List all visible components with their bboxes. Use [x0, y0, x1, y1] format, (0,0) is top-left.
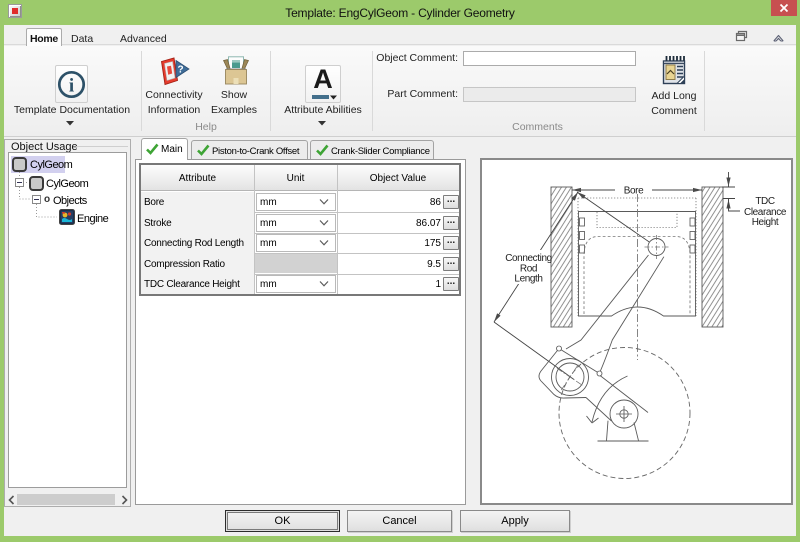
svg-text:?: ? — [177, 65, 183, 76]
svg-text:Bore: Bore — [624, 186, 644, 197]
svg-text:i: i — [69, 76, 74, 97]
svg-text:Connecting: Connecting — [505, 253, 552, 264]
svg-text:Length: Length — [514, 274, 542, 285]
svg-text:Height: Height — [752, 217, 779, 228]
svg-text:TDC: TDC — [755, 196, 775, 207]
